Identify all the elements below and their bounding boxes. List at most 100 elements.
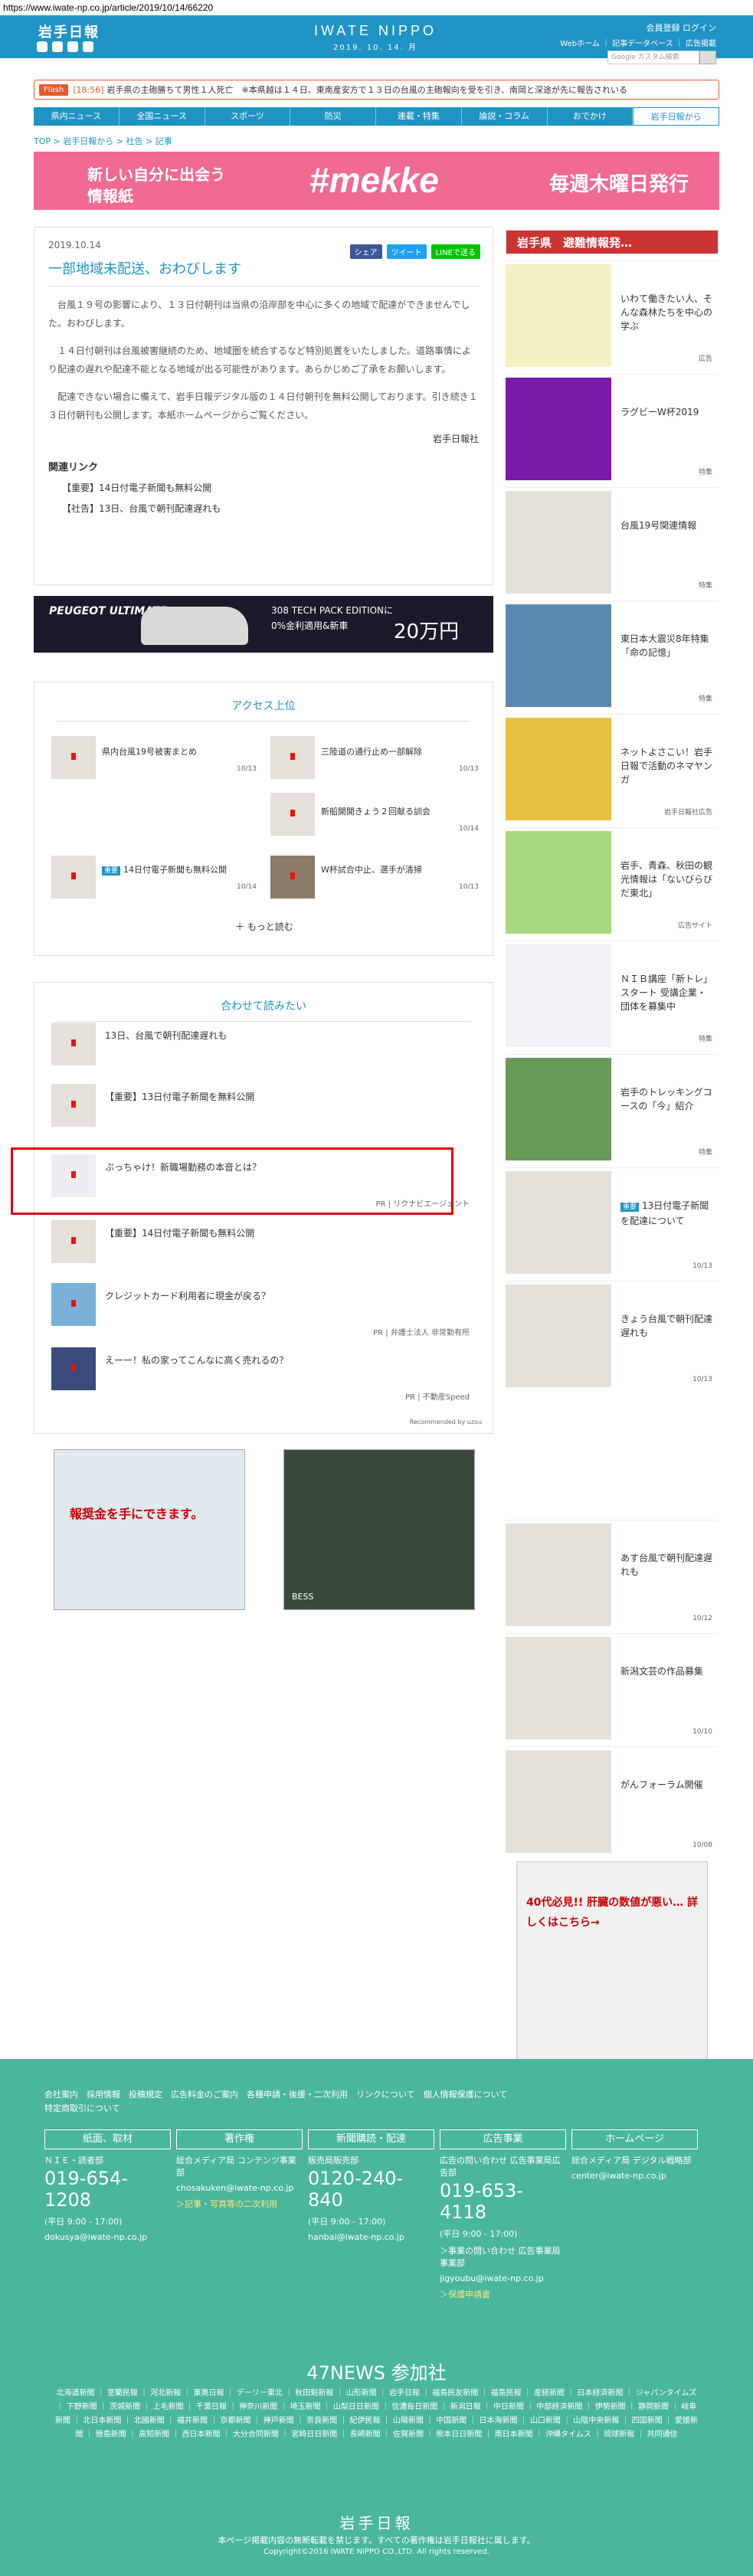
col-phone[interactable]: 019-654-1208 (44, 2168, 171, 2211)
tweet-button[interactable]: ツイート (386, 244, 427, 259)
nav-item[interactable]: 全国ニュース (119, 107, 205, 126)
nav-item[interactable]: 論説・コラム (462, 107, 548, 126)
nav-item[interactable]: 県内ニュース (34, 107, 119, 126)
footer-col: 著作権 総合メディア局 コンテンツ事業部 chosakuken@iwate-np.c… (176, 2129, 303, 2210)
nav-item[interactable]: 連載・特集 (376, 107, 462, 126)
instagram-icon[interactable] (83, 41, 93, 52)
thumb[interactable] (51, 736, 96, 779)
article-paragraph: 台風１９号の影響により、１３日付朝刊は当県の沿岸部を中心に多くの地域で配達ができ… (48, 299, 470, 329)
ranking-item-text: 14日付電子新聞も無料公開 (123, 865, 228, 875)
ranking-date: 10/14 (459, 825, 479, 833)
col-phone[interactable]: 019-653-4118 (440, 2180, 566, 2223)
member-links[interactable]: 会員登録 ログイン (647, 21, 717, 34)
col-head: ホームページ (571, 2129, 698, 2149)
thumb (51, 1283, 96, 1326)
related-link[interactable]: 【重要】14日付電子新聞も無料公開 (48, 481, 479, 494)
twitter-icon[interactable] (37, 41, 47, 52)
search-input[interactable]: Google カスタム検索 (607, 51, 699, 64)
recommend-text: えーー！私の家ってこんなに高く売れるの？ (105, 1355, 289, 1366)
ranking-item[interactable]: W杯試合中止、選手が清掃 (321, 863, 422, 876)
nav-item-active[interactable]: 岩手日報から (633, 107, 719, 126)
side-card[interactable]: 岩手のトレッキングコースの「今」紹介 特集 (506, 1054, 719, 1161)
util-links[interactable]: Webホーム ｜ 記事データベース ｜ 広告掲載 (560, 37, 716, 48)
col-email[interactable]: jigyoubu@iwate-np.co.jp (440, 2273, 566, 2283)
footer-logo[interactable]: 岩手日報 (0, 2511, 753, 2533)
col-email[interactable]: chosakuken@iwate-np.co.jp (176, 2183, 303, 2193)
article-source: 岩手日報社 (432, 434, 479, 444)
line-icon[interactable] (67, 41, 78, 52)
ad-price: 20万円 (394, 620, 460, 643)
side-card[interactable]: 東日本大震災8年特集「命の記憶」 特集 (506, 601, 719, 708)
ranking-date: 10/13 (459, 765, 479, 773)
side-title: 岩手、青森、秋田の観光情報は「ないびらびだ東北」 (620, 860, 713, 898)
ranking-title: アクセス上位 (34, 682, 493, 722)
side-caption: 10/08 (692, 1841, 712, 1849)
related-link[interactable]: 【社告】13日、台風で朝刊配達遅れも (48, 502, 479, 515)
side-card[interactable]: がんフォーラム開催 10/08 (506, 1746, 719, 1854)
address-bar[interactable]: https://www.iwate-np.co.jp/article/2019/… (0, 0, 753, 15)
side-card[interactable]: ＮＩＢ講座「新トレ」スタート 受講企業・団体を募集中 特集 (506, 941, 719, 1048)
col-head: 新聞購読・配達 (308, 2129, 434, 2149)
line-share-button[interactable]: LINEで送る (431, 244, 480, 259)
evacuation-header[interactable]: 岩手県 避難情報発… (506, 230, 719, 254)
recommend-text: クレジットカード利用者に現金が戻る？ (105, 1291, 271, 1301)
side-caption: 10/13 (692, 1262, 712, 1270)
side-card[interactable]: いわて働きたい人、そんな森林たちを中心の学ぶ 広告 (506, 260, 719, 368)
ranking-item[interactable]: 新船開開きょう２回献る訓会 (321, 805, 431, 817)
ad-banner[interactable]: 報奨金を手にできます。 (54, 1449, 245, 1610)
ad-banner[interactable]: BESS (283, 1449, 475, 1610)
search-button[interactable] (699, 51, 716, 64)
side-card[interactable]: 重要 13日付電子新聞を配達について 10/13 (506, 1167, 719, 1275)
col-note[interactable]: ＞記事・写真等の二次利用 (176, 2198, 303, 2210)
more-button[interactable]: ＋ もっと読む (34, 920, 494, 933)
side-title: あす台風で朝刊配達遅れも (620, 1553, 713, 1577)
header-date: 2019. 10. 14. 月 (333, 44, 417, 52)
site-logo[interactable]: 岩手日報 (38, 21, 100, 41)
side-card[interactable]: 岩手、青森、秋田の観光情報は「ないびらびだ東北」 広告サイト (506, 827, 719, 934)
ranking-item[interactable]: 県内台風19号被害まとめ (102, 745, 197, 758)
peugeot-ad[interactable]: PEUGEOT ULTIMATE 308 TECH PACK EDITIONに … (34, 596, 493, 653)
footer-links[interactable]: 会社案内 採用情報 投稿規定 広告料金のご案内 各種申請・後援・二次利用 リンク… (44, 2088, 507, 2100)
nav-item[interactable]: おでかけ (548, 107, 634, 126)
side-card[interactable]: ラグビーW杯2019 特集 (506, 374, 719, 481)
col-note[interactable]: ＞保護申請書 (440, 2288, 566, 2300)
thumb[interactable] (270, 856, 315, 898)
partner-papers[interactable]: 北海道新聞 ｜ 室蘭民報 ｜ 河北新報 ｜ 東奥日報 ｜ デーリー東北 ｜ 秋田… (54, 2387, 699, 2442)
side-card[interactable]: 台風19号関連情報 特集 (506, 487, 719, 594)
recommended-by[interactable]: Recommended by uzou (410, 1419, 482, 1425)
side-image (506, 1171, 611, 1274)
ad-text: 報奨金を手にできます。 (70, 1507, 204, 1521)
side-card[interactable]: ネットよさこい！岩手日報で活動のネマヤンガ 岩手日報社広告 (506, 714, 719, 821)
access-ranking: アクセス上位 県内台風19号被害まとめ 10/13 三陸道の通行止め一部解除 1… (34, 682, 493, 956)
side-card[interactable]: 新潟文芸の作品募集 10/10 (506, 1633, 719, 1740)
thumb[interactable] (270, 793, 315, 836)
footer-links[interactable]: 特定商取引について (44, 2102, 120, 2114)
col-text: 総合メディア局 コンテンツ事業部 (176, 2155, 296, 2178)
footer-col: 紙面、取材 ＮＩＥ・読者部 019-654-1208 (平日 9:00 - 17:00… (44, 2129, 171, 2242)
thumb[interactable] (270, 736, 315, 779)
col-time: (平日 9:00 - 17:00) (440, 2229, 518, 2239)
facebook-icon[interactable] (52, 41, 63, 52)
breadcrumb[interactable]: TOP > 岩手日報から > 社告 > 記事 (34, 135, 172, 147)
side-card[interactable]: あす台風で朝刊配達遅れも 10/12 (506, 1520, 719, 1627)
ranking-item[interactable]: 三陸道の通行止め一部解除 (321, 745, 422, 758)
side-title: 東日本大震災8年特集「命の記憶」 (620, 633, 709, 658)
col-email[interactable]: center@iwate-np.co.jp (571, 2171, 698, 2181)
col-email[interactable]: dokusya@iwate-np.co.jp (44, 2232, 171, 2242)
main-nav: 県内ニュース 全国ニュース スポーツ 防災 連載・特集 論説・コラム おでかけ … (34, 107, 719, 126)
side-title: きょう台風で朝刊配達遅れも (620, 1314, 713, 1338)
ranking-item[interactable]: 重要 14日付電子新聞も無料公開 (102, 863, 227, 876)
mekke-banner[interactable]: 新しい自分に出会う 情報紙 #mekke 毎週木曜日発行 (34, 152, 719, 210)
col-text: 総合メディア局 デジタル戦略部 (571, 2155, 692, 2165)
flash-news[interactable]: Flash [18:56] 岩手県の主砲勝ちて男性１人死亡 ※本県越は１４日、東… (34, 80, 719, 100)
facebook-share-button[interactable]: シェア (349, 244, 382, 259)
col-phone[interactable]: 0120-240-840 (308, 2168, 434, 2211)
nav-item[interactable]: 防災 (290, 107, 376, 126)
health-ad[interactable]: 40代必見!! 肝臓の数値が悪い… 詳しくはこちら→ (516, 1861, 708, 2068)
news47-title: 47NEWS 参加社 (306, 2362, 447, 2384)
thumb[interactable] (51, 856, 96, 898)
nav-item[interactable]: スポーツ (205, 107, 291, 126)
banner-weekly: 毎週木曜日発行 (548, 173, 689, 196)
side-card[interactable]: きょう台風で朝刊配達遅れも 10/13 (506, 1281, 719, 1388)
col-email[interactable]: hanbai@iwate-np.co.jp (308, 2232, 434, 2242)
